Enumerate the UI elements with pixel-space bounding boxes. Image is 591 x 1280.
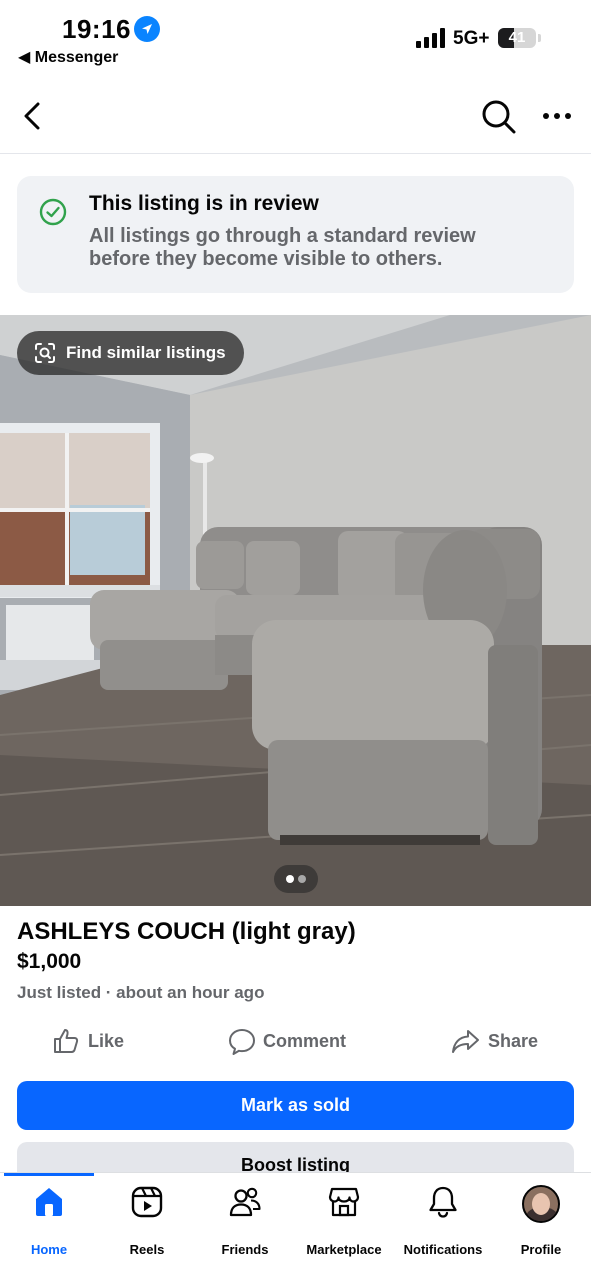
tab-home[interactable]: Home — [0, 1185, 98, 1261]
share-label: Share — [488, 1031, 539, 1051]
like-label: Like — [88, 1031, 125, 1051]
listing-photo[interactable] — [0, 315, 591, 906]
like-button[interactable]: Like — [52, 1025, 152, 1059]
tab-reels-label: Reels — [129, 1242, 165, 1257]
tab-marketplace[interactable]: Marketplace — [294, 1185, 394, 1261]
photo-pager[interactable] — [274, 865, 318, 893]
status-bar: 19:16 ◀ Messenger 5G+ 41 — [0, 0, 591, 72]
review-notice: This listing is in review All listings g… — [17, 176, 574, 293]
home-icon — [36, 1188, 62, 1216]
tab-profile-label: Profile — [520, 1242, 562, 1257]
review-title: This listing is in review — [89, 192, 319, 215]
share-arrow-icon — [452, 1030, 479, 1053]
thumbs-up-icon — [54, 1029, 79, 1053]
friends-icon — [229, 1187, 261, 1217]
battery-tip — [538, 34, 541, 42]
battery-icon: 41 — [498, 28, 536, 48]
tab-reels[interactable]: Reels — [98, 1185, 196, 1261]
tab-home-label: Home — [30, 1242, 68, 1257]
listing-meta: Just listed · about an hour ago — [17, 983, 265, 1002]
couch-photo-illustration — [0, 315, 591, 906]
chevron-left-icon[interactable] — [16, 98, 50, 134]
status-time: 19:16 — [62, 14, 131, 44]
comment-label: Comment — [263, 1031, 347, 1051]
listing-price: $1,000 — [17, 950, 82, 973]
tab-friends[interactable]: Friends — [196, 1185, 294, 1261]
tab-friends-label: Friends — [221, 1242, 269, 1257]
network-type: 5G+ — [453, 28, 490, 49]
listing-title: ASHLEYS COUCH (light gray) — [17, 918, 356, 945]
search-icon[interactable] — [478, 96, 518, 136]
visual-search-icon — [35, 343, 55, 363]
review-description: All listings go through a standard revie… — [89, 225, 476, 270]
tab-notifications-label: Notifications — [403, 1242, 483, 1257]
avatar — [522, 1185, 560, 1223]
bottom-tab-bar: Home Reels Friends Marketplace Notificat… — [0, 1172, 591, 1280]
ellipsis-icon[interactable] — [540, 106, 574, 126]
signal-icon — [416, 28, 445, 48]
battery-level: 41 — [508, 29, 526, 46]
tab-notifications[interactable]: Notifications — [394, 1185, 492, 1261]
tab-marketplace-label: Marketplace — [306, 1242, 382, 1257]
bell-icon — [429, 1186, 457, 1218]
active-tab-indicator — [4, 1173, 94, 1176]
top-nav — [0, 78, 591, 154]
pager-dot — [298, 875, 306, 883]
marketplace-icon — [328, 1187, 360, 1217]
find-similar-button[interactable]: Find similar listings — [17, 331, 244, 375]
mark-as-sold-button[interactable]: Mark as sold — [17, 1081, 574, 1130]
comment-bubble-icon — [229, 1029, 255, 1055]
pager-dot-active — [286, 875, 294, 883]
back-to-app-link[interactable]: ◀ Messenger — [18, 47, 118, 67]
check-circle-icon — [39, 198, 67, 226]
comment-button[interactable]: Comment — [228, 1025, 378, 1059]
share-button[interactable]: Share — [451, 1025, 571, 1059]
reels-icon — [131, 1186, 163, 1218]
find-similar-label: Find similar listings — [66, 343, 226, 362]
location-arrow-icon — [134, 16, 160, 42]
tab-profile[interactable]: Profile — [492, 1185, 590, 1261]
